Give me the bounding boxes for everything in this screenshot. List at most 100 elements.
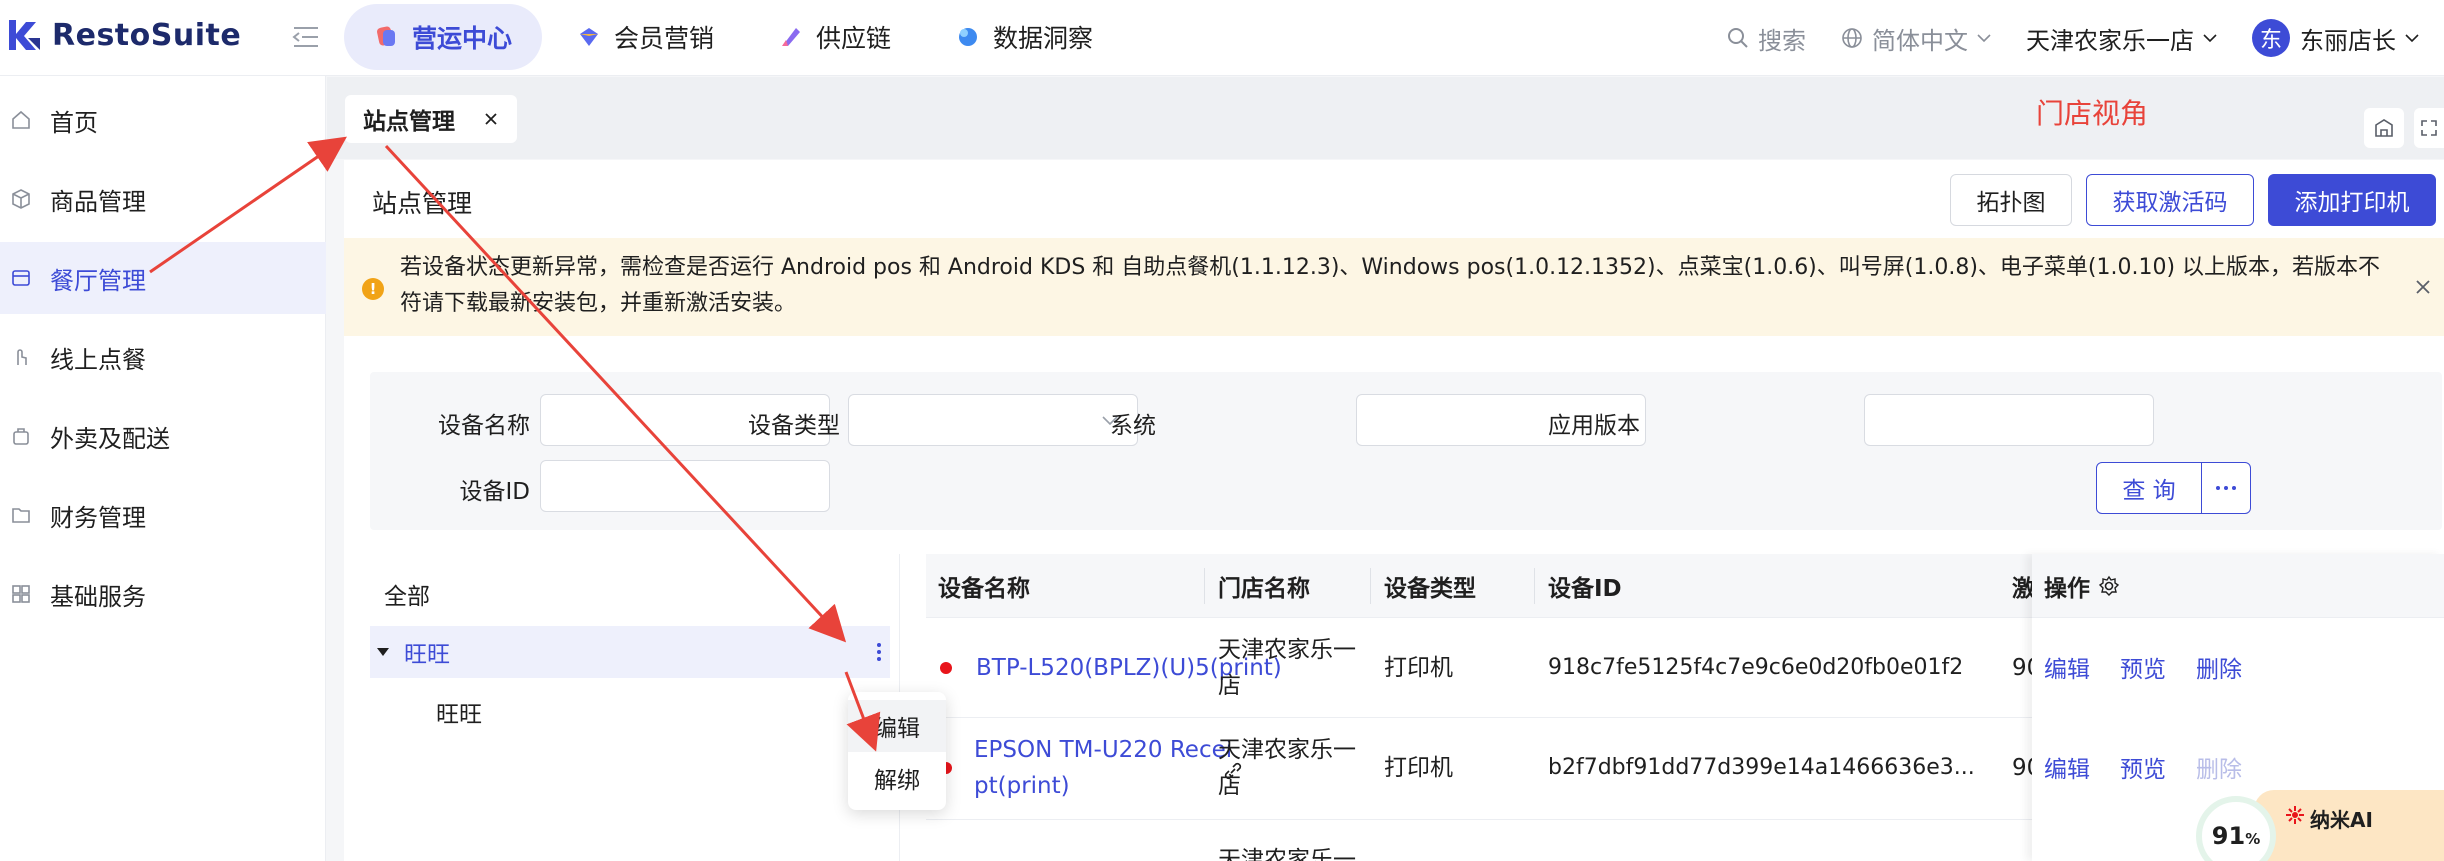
popup-unbind-item[interactable]: 解绑 (848, 752, 946, 804)
store-name-wrap: 店 (1218, 673, 1241, 699)
add-printer-button[interactable]: 添加打印机 (2268, 174, 2436, 226)
sidebar-item-basic-service[interactable]: 基础服务 (0, 558, 326, 630)
nav-operations-center[interactable]: 营运中心 (344, 4, 543, 70)
page-title: 站点管理 (372, 189, 473, 218)
user-name: 东丽店长 (2300, 26, 2396, 55)
system-label: 系统 (1110, 413, 1156, 439)
store-view-toggle[interactable] (2364, 108, 2404, 148)
tree-node-all[interactable]: 全部 (370, 568, 890, 620)
sidebar-item-label: 餐厅管理 (50, 266, 146, 295)
app-logo[interactable]: RestoSuite (6, 16, 241, 54)
fullscreen-toggle[interactable] (2414, 108, 2444, 148)
device-name-label: 设备名称 (438, 413, 530, 439)
alert-message: 若设备状态更新异常，需检查是否运行 Android pos 和 Android … (400, 255, 2381, 316)
close-icon[interactable] (483, 111, 499, 127)
topology-button[interactable]: 拓扑图 (1950, 174, 2072, 226)
globe-icon (1842, 28, 1862, 48)
preview-link[interactable]: 预览 (2120, 650, 2166, 684)
edit-link[interactable]: 编辑 (2044, 750, 2090, 784)
store-name: 天津农家乐一 (1218, 847, 1356, 861)
sidebar-item-online-order[interactable]: 线上点餐 (0, 321, 326, 393)
data-icon (959, 28, 978, 46)
sidebar-item-restaurant[interactable]: 餐厅管理 (0, 242, 326, 314)
search-trigger[interactable]: 搜索 (1726, 21, 1806, 56)
get-activation-code-button[interactable]: 获取激活码 (2086, 174, 2254, 226)
sidebar-item-label: 基础服务 (50, 582, 146, 611)
nav-label: 会员营销 (614, 24, 715, 53)
nav-member-marketing[interactable]: 会员营销 (546, 4, 744, 70)
sidebar-item-delivery[interactable]: 外卖及配送 (0, 400, 326, 472)
nav-label: 营运中心 (412, 24, 513, 53)
store-view-annotation: 门店视角 (2036, 97, 2149, 130)
gear-icon[interactable] (2098, 575, 2120, 597)
version-alert: ! 若设备状态更新异常，需检查是否运行 Android pos 和 Androi… (344, 238, 2444, 336)
caret-down-icon[interactable] (376, 647, 390, 657)
nav-supply-chain[interactable]: 供应链 (748, 4, 921, 70)
sidebar-item-products[interactable]: 商品管理 (0, 163, 326, 235)
top-right-tools: 搜索 简体中文 天津农家乐一店 东 东丽店长 (1692, 0, 2444, 76)
search-label: 搜索 (1758, 26, 1806, 55)
app-version-label: 应用版本 (1548, 413, 1640, 439)
sidebar-item-label: 首页 (50, 108, 98, 137)
sidebar-item-finance[interactable]: 财务管理 (0, 479, 326, 551)
language-selector[interactable]: 简体中文 (1840, 21, 1992, 56)
col-device-id: 设备ID (1548, 576, 1622, 602)
close-icon[interactable] (2414, 278, 2432, 296)
store-name-wrap: 店 (1218, 773, 1241, 799)
delete-link[interactable]: 删除 (2196, 650, 2242, 684)
col-device-type: 设备类型 (1384, 576, 1476, 602)
sidebar-item-home[interactable]: 首页 (0, 84, 326, 156)
delivery-icon (13, 428, 29, 445)
fullscreen-icon (2421, 120, 2437, 136)
device-id: b2f7dbf91dd77d399e14a1466636e3... (1548, 755, 1975, 780)
chevron-down-icon (2203, 34, 2217, 43)
user-menu[interactable]: 东 东丽店长 (2252, 19, 2420, 57)
more-vertical-icon[interactable] (876, 640, 882, 664)
tree-node-label: 旺旺 (404, 642, 450, 668)
device-id-label: 设备ID (459, 479, 531, 505)
device-name-link[interactable]: EPSON TM-U220 Recei (974, 732, 1232, 768)
finance-icon (12, 508, 30, 523)
delete-link-disabled: 删除 (2196, 757, 2242, 783)
nav-label: 供应链 (816, 24, 892, 53)
ai-name: 纳米AI (2310, 808, 2373, 832)
ai-assistant-widget[interactable]: 91% 纳米AI (2196, 790, 2444, 861)
tab-site-management[interactable]: 站点管理 (345, 95, 517, 143)
app-name: RestoSuite (52, 17, 242, 53)
store-selector[interactable]: 天津农家乐一店 (2026, 21, 2218, 56)
device-name-link-wrap[interactable]: pt(print) (974, 768, 1070, 804)
ai-percent-unit: % (2245, 830, 2261, 848)
device-type-label: 设备类型 (748, 413, 840, 439)
sidebar-item-label: 财务管理 (50, 503, 146, 532)
store-name: 天津农家乐一 (1218, 637, 1356, 663)
avatar: 东 (2252, 19, 2290, 57)
query-button[interactable]: 查 询 (2096, 462, 2202, 514)
sidebar: 首页 商品管理 餐厅管理 线上点餐 外卖及配送 财务管理 基础服务 (0, 76, 326, 861)
more-filters-button[interactable] (2201, 462, 2251, 514)
operations-icon (377, 26, 395, 46)
menu-collapse-icon[interactable] (292, 24, 320, 50)
ai-logo-icon (2286, 806, 2304, 824)
ai-percent-value: 91 (2211, 822, 2246, 850)
popup-edit-item[interactable]: 编辑 (848, 700, 946, 752)
sidebar-item-label: 线上点餐 (50, 345, 146, 374)
app-version-input[interactable] (1864, 394, 2154, 446)
chevron-down-icon (2405, 34, 2419, 43)
store-icon (2375, 119, 2393, 137)
store-name: 天津农家乐一 (1218, 737, 1356, 763)
device-id-input[interactable] (540, 460, 830, 512)
sidebar-item-label: 外卖及配送 (50, 424, 170, 453)
column-divider (1534, 568, 1535, 604)
chevron-down-icon (1977, 34, 1991, 43)
edit-link[interactable]: 编辑 (2044, 650, 2090, 684)
tree-node-label: 全部 (384, 584, 430, 610)
tab-label: 站点管理 (363, 109, 455, 135)
preview-link[interactable]: 预览 (2120, 750, 2166, 784)
home-icon (12, 110, 30, 129)
tree-node-label: 旺旺 (436, 702, 482, 728)
nav-label: 数据洞察 (993, 24, 1094, 53)
restaurant-icon (12, 270, 30, 286)
tree-node-group[interactable]: 旺旺 (370, 626, 890, 678)
tree-node-child[interactable]: 旺旺 (370, 686, 890, 738)
nav-data-insights[interactable]: 数据洞察 (925, 4, 1123, 70)
